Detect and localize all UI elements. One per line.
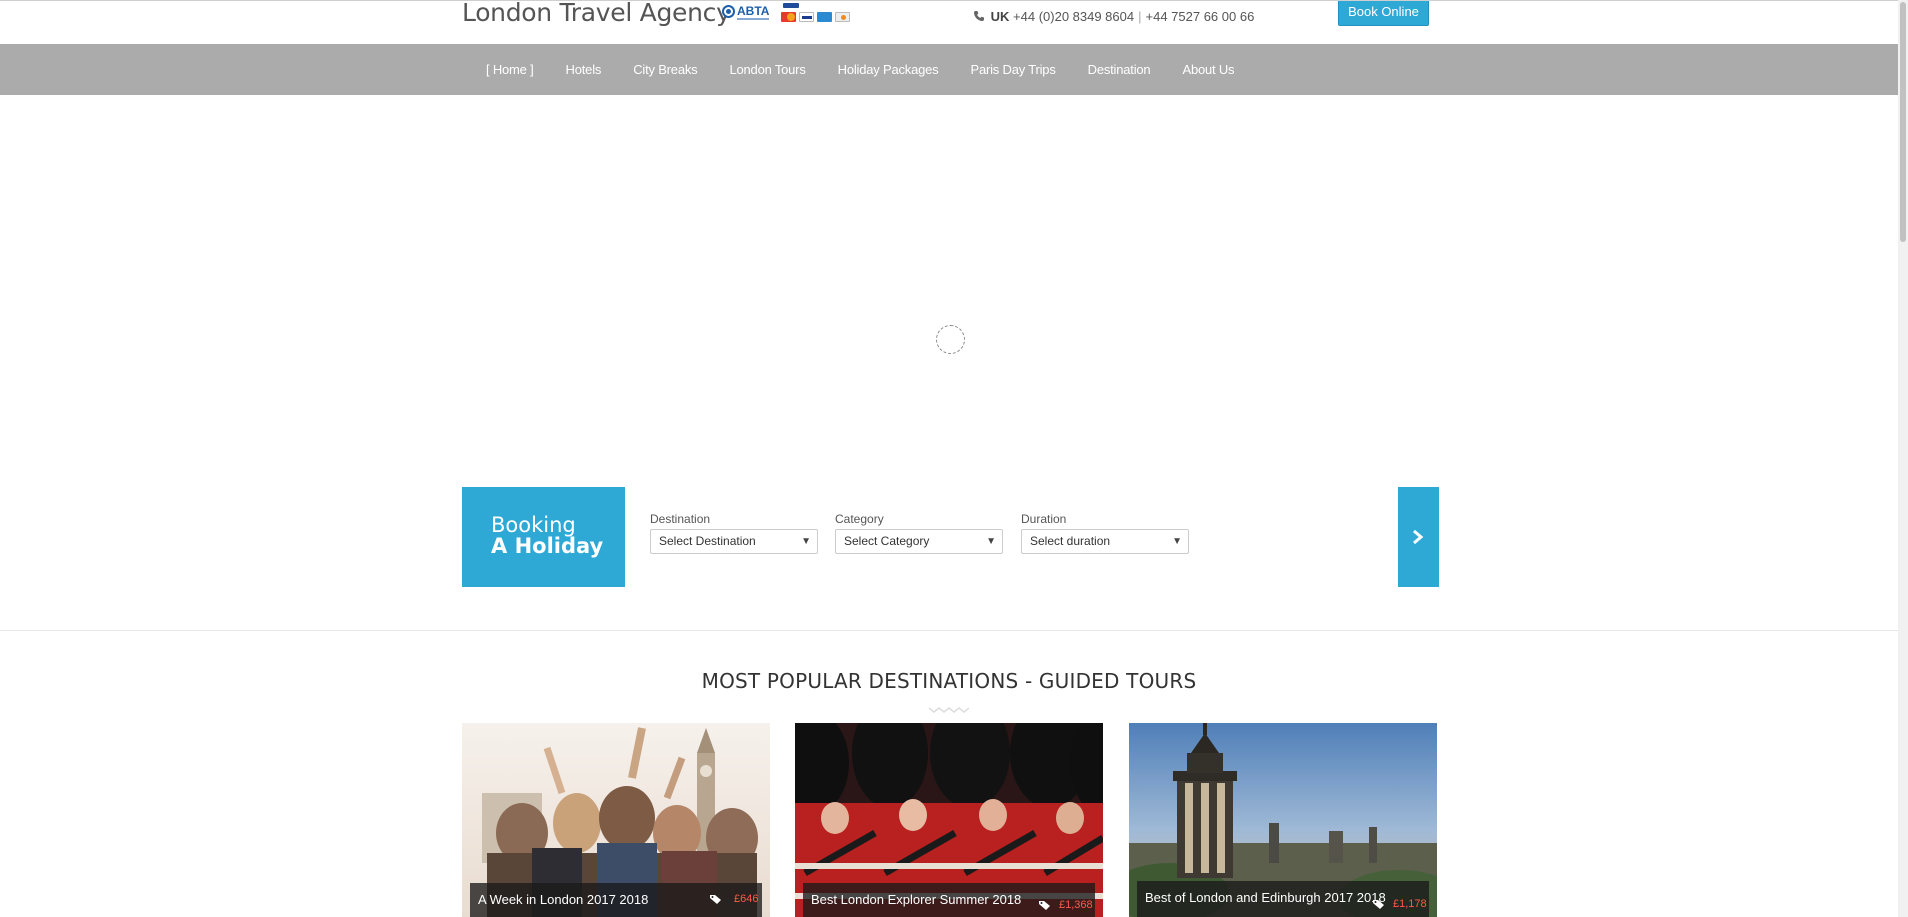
nav-item-hotels[interactable]: Hotels <box>566 62 602 77</box>
duration-label: Duration <box>1021 512 1067 526</box>
tour-price: £646 <box>734 893 759 905</box>
book-online-button[interactable]: Book Online <box>1338 0 1429 26</box>
nav-item-london-tours[interactable]: London Tours <box>729 62 805 77</box>
dropdown-arrow-icon: ▼ <box>801 536 811 547</box>
category-field: Category Select Category ▼ <box>835 512 1003 554</box>
payment-cards <box>781 3 853 25</box>
nav-item-home[interactable]: Home <box>486 62 534 77</box>
tour-title[interactable]: A Week in London 2017 2018 <box>478 892 648 907</box>
mastercard-icon <box>781 12 796 22</box>
abta-label: ABTA <box>737 4 770 18</box>
phone-country: UK <box>990 9 1010 24</box>
vertical-scrollbar[interactable] <box>1898 0 1908 917</box>
nav-item-about-us[interactable]: About Us <box>1182 62 1234 77</box>
nav-list: Home Hotels City Breaks London Tours Holiday… <box>486 44 1266 95</box>
tour-caption: Best London Explorer Summer 2018 £1,368 <box>803 883 1095 917</box>
tour-title[interactable]: Best London Explorer Summer 2018 <box>811 892 1021 907</box>
abta-badge: ABTA <box>722 3 772 25</box>
section-title: MOST POPULAR DESTINATIONS - GUIDED TOURS <box>701 669 1197 693</box>
section-divider <box>0 630 1898 631</box>
paypal-icon <box>783 3 799 8</box>
zigzag-ornament-icon <box>928 707 970 713</box>
loading-spinner-icon <box>936 325 965 354</box>
booking-title-tile: Booking A Holiday <box>462 487 625 587</box>
visa-icon <box>799 12 814 22</box>
tour-card[interactable]: A Week in London 2017 2018 £646 <box>462 723 770 917</box>
price-tag-icon <box>1373 900 1384 909</box>
brand-logo[interactable]: London Travel Agency <box>462 0 731 27</box>
nav-item-paris-day-trips[interactable]: Paris Day Trips <box>970 62 1055 77</box>
dropdown-arrow-icon: ▼ <box>1172 536 1182 547</box>
nav-item-holiday-packages[interactable]: Holiday Packages <box>838 62 939 77</box>
tour-price: £1,368 <box>1059 899 1093 911</box>
price-tag-icon <box>1039 901 1050 910</box>
tour-card[interactable]: Best of London and Edinburgh 2017 2018 £… <box>1129 723 1437 917</box>
site-header: London Travel Agency ABTA UK +44 (0)20 8… <box>0 0 1898 44</box>
duration-field: Duration Select duration ▼ <box>1021 512 1189 554</box>
booking-title-line2: A Holiday <box>491 534 604 558</box>
scrollbar-thumb[interactable] <box>1900 2 1906 242</box>
phone-icon <box>974 11 984 21</box>
category-label: Category <box>835 512 884 526</box>
duration-select[interactable]: Select duration ▼ <box>1021 529 1189 554</box>
nav-item-city-breaks[interactable]: City Breaks <box>633 62 697 77</box>
tour-caption: A Week in London 2017 2018 £646 <box>470 883 762 917</box>
destination-label: Destination <box>650 512 711 526</box>
destination-select[interactable]: Select Destination ▼ <box>650 529 818 554</box>
chevron-right-icon <box>1413 529 1424 545</box>
destination-field: Destination Select Destination ▼ <box>650 512 818 554</box>
main-nav: Home Hotels City Breaks London Tours Holiday… <box>0 44 1898 95</box>
amex-icon <box>817 12 832 22</box>
tour-caption: Best of London and Edinburgh 2017 2018 £… <box>1137 881 1429 917</box>
price-tag-icon <box>710 895 721 904</box>
search-submit-button[interactable] <box>1398 487 1439 587</box>
discover-icon <box>835 12 850 22</box>
tour-title[interactable]: Best of London and Edinburgh 2017 2018 <box>1145 890 1386 905</box>
dropdown-arrow-icon: ▼ <box>986 536 996 547</box>
tour-price: £1,178 <box>1393 898 1427 910</box>
contact-phones: UK +44 (0)20 8349 8604 | +44 7527 66 00 66 <box>973 9 1254 24</box>
abta-logo-icon <box>722 5 735 18</box>
page: London Travel Agency ABTA UK +44 (0)20 8… <box>0 0 1908 917</box>
nav-item-destination[interactable]: Destination <box>1088 62 1151 77</box>
tour-card[interactable]: Best London Explorer Summer 2018 £1,368 <box>795 723 1103 917</box>
phone-mobile[interactable]: +44 7527 66 00 66 <box>1146 9 1255 24</box>
phone-landline[interactable]: +44 (0)20 8349 8604 <box>1013 9 1134 24</box>
category-select[interactable]: Select Category ▼ <box>835 529 1003 554</box>
